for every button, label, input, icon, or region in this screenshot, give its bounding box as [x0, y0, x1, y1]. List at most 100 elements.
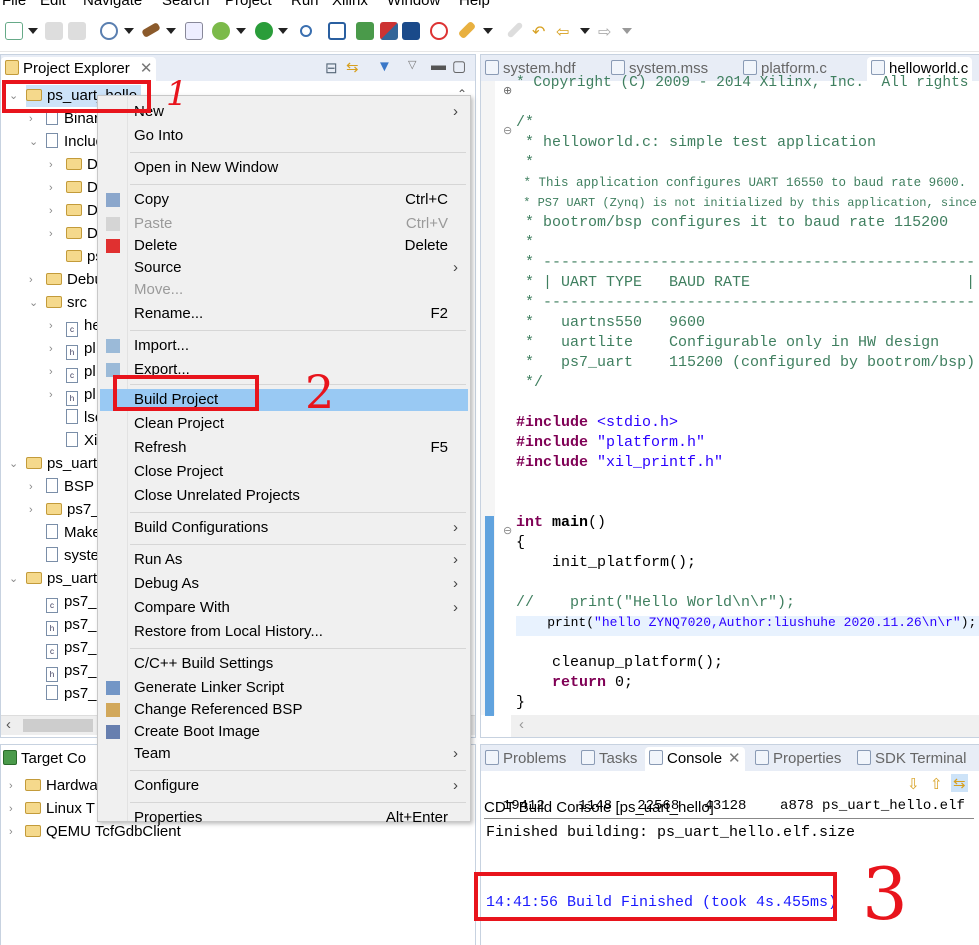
expand-arrow-icon[interactable]: ⌄: [9, 453, 18, 475]
expand-arrow-icon[interactable]: ⌄: [29, 131, 38, 153]
menu-navigate[interactable]: Navigate: [83, 0, 142, 9]
collapse-arrow-icon[interactable]: ›: [29, 269, 33, 291]
menu-help[interactable]: Help: [459, 0, 490, 9]
expand-arrow-icon[interactable]: ⌄: [29, 292, 38, 314]
maximize-icon[interactable]: ▢: [452, 57, 466, 75]
hammer-icon[interactable]: [141, 22, 161, 38]
menu-item-change-referenced-bsp[interactable]: Change Referenced BSP: [100, 699, 468, 721]
collapse-arrow-icon[interactable]: ›: [49, 177, 53, 199]
menu-project[interactable]: Project: [225, 0, 272, 9]
expand-arrow-icon[interactable]: ⌄: [9, 568, 18, 590]
pencil-icon[interactable]: [457, 20, 477, 40]
collapse-all-icon[interactable]: ⊟: [325, 59, 338, 77]
save-all-icon[interactable]: [68, 22, 86, 40]
bottom-tab-problems[interactable]: Problems: [485, 747, 566, 771]
binary-icon[interactable]: [185, 22, 203, 40]
run-icon[interactable]: [255, 22, 273, 40]
menu-item-configure[interactable]: Configure ›: [100, 775, 468, 797]
menu-item-close-project[interactable]: Close Project: [100, 461, 468, 483]
collapse-arrow-icon[interactable]: ›: [49, 315, 53, 337]
tab-target-connections[interactable]: Target Co: [1, 747, 91, 771]
scroll-lock-up-icon[interactable]: ⇧: [930, 775, 943, 793]
bottom-tab-sdk-terminal[interactable]: SDK Terminal: [857, 747, 966, 771]
menu-item-close-unrelated-projects[interactable]: Close Unrelated Projects: [100, 485, 468, 507]
scroll-left-icon[interactable]: ‹: [6, 716, 11, 733]
collapse-arrow-icon[interactable]: ›: [49, 361, 53, 383]
last-edit-icon[interactable]: ↶: [532, 22, 550, 41]
fold-collapse-icon[interactable]: ⊖: [503, 524, 512, 537]
new-icon[interactable]: [5, 22, 23, 40]
collapse-arrow-icon[interactable]: ›: [49, 384, 53, 406]
menu-window[interactable]: Window: [387, 0, 440, 9]
problems-icon: [485, 750, 499, 765]
minimize-icon[interactable]: ▬: [431, 57, 446, 74]
menu-item-copy[interactable]: Copy Ctrl+C: [100, 189, 468, 211]
collapse-arrow-icon[interactable]: ›: [49, 200, 53, 222]
menu-item-go-into[interactable]: Go Into: [100, 125, 468, 147]
code-area[interactable]: * Copyright (C) 2009 - 2014 Xilinx, Inc.…: [481, 75, 979, 715]
menu-item-restore-from-local-history[interactable]: Restore from Local History...: [100, 621, 468, 643]
menu-item-run-as[interactable]: Run As ›: [100, 549, 468, 571]
collapse-arrow-icon[interactable]: ›: [9, 775, 13, 797]
view-menu-icon[interactable]: ▽: [408, 58, 416, 71]
collapse-arrow-icon[interactable]: ›: [49, 223, 53, 245]
back-icon[interactable]: ⇦: [556, 22, 574, 41]
filter-icon[interactable]: ▼: [377, 58, 392, 75]
menu-item-properties[interactable]: Properties Alt+Enter: [100, 807, 468, 829]
forward-icon[interactable]: ⇨: [598, 22, 616, 41]
menu-item-generate-linker-script[interactable]: Generate Linker Script: [100, 677, 468, 699]
reset-icon[interactable]: [430, 22, 448, 40]
skip-breakpoints-icon[interactable]: [300, 25, 312, 37]
collapse-arrow-icon[interactable]: ›: [29, 499, 33, 521]
menu-item-create-boot-image[interactable]: Create Boot Image: [100, 721, 468, 743]
collapse-arrow-icon[interactable]: ›: [29, 476, 33, 498]
bottom-tab-tasks[interactable]: Tasks: [581, 747, 637, 771]
menu-item-delete[interactable]: Delete Delete: [100, 235, 468, 257]
close-icon[interactable]: ✕: [728, 750, 741, 767]
fold-collapse-icon[interactable]: ⊖: [503, 124, 512, 137]
collapse-arrow-icon[interactable]: ›: [49, 338, 53, 360]
collapse-arrow-icon[interactable]: ›: [49, 154, 53, 176]
menu-item-compare-with[interactable]: Compare With ›: [100, 597, 468, 619]
menu-item-debug-as[interactable]: Debug As ›: [100, 573, 468, 595]
menu-edit[interactable]: Edit: [40, 0, 66, 9]
tree-item-label: h ps7_: [46, 660, 97, 682]
link-with-editor-icon[interactable]: ⇆: [346, 58, 359, 76]
menu-file[interactable]: File: [2, 0, 26, 9]
terminal-icon[interactable]: [328, 22, 346, 40]
menu-item-c-c-build-settings[interactable]: C/C++ Build Settings: [100, 653, 468, 675]
collapse-arrow-icon[interactable]: ›: [9, 821, 13, 843]
save-icon[interactable]: [45, 22, 63, 40]
menu-run[interactable]: Run: [291, 0, 319, 9]
menu-item-clean-project[interactable]: Clean Project: [100, 413, 468, 435]
marker-icon[interactable]: [506, 21, 524, 39]
xsdb-icon[interactable]: [380, 22, 398, 40]
console-icon[interactable]: [402, 22, 420, 40]
menu-item-import[interactable]: Import...: [100, 335, 468, 357]
build-config-icon[interactable]: [100, 22, 118, 40]
menu-item-source[interactable]: Source ›: [100, 257, 468, 279]
menu-shortcut: F2: [430, 305, 448, 322]
menu-item-new[interactable]: New ›: [100, 101, 468, 123]
menu-item-team[interactable]: Team ›: [100, 743, 468, 765]
menu-item-rename[interactable]: Rename... F2: [100, 303, 468, 325]
menu-item-refresh[interactable]: Refresh F5: [100, 437, 468, 459]
collapse-arrow-icon[interactable]: ›: [9, 798, 13, 820]
close-icon[interactable]: ✕: [140, 60, 153, 77]
scroll-left-icon[interactable]: ‹: [519, 716, 524, 733]
menu-item-build-configurations[interactable]: Build Configurations ›: [100, 517, 468, 539]
debug-icon[interactable]: [212, 22, 230, 40]
bottom-tab-properties[interactable]: Properties: [755, 747, 841, 771]
bottom-tab-console[interactable]: Console ✕: [645, 747, 745, 771]
menu-item-open-in-new-window[interactable]: Open in New Window: [100, 157, 468, 179]
menu-search[interactable]: Search: [162, 0, 210, 9]
editor-horizontal-scrollbar[interactable]: ‹: [511, 715, 979, 737]
menu-item-label: Change Referenced BSP: [134, 701, 303, 718]
program-fpga-icon[interactable]: [356, 22, 374, 40]
scrollbar-thumb[interactable]: [23, 719, 93, 732]
pin-console-icon[interactable]: ⇆: [951, 774, 968, 792]
fold-expand-icon[interactable]: ⊕: [503, 84, 512, 97]
tab-project-explorer[interactable]: Project Explorer ✕: [1, 57, 157, 81]
scroll-lock-down-icon[interactable]: ⇩: [907, 775, 920, 793]
menu-xilinx[interactable]: Xilinx: [332, 0, 368, 9]
